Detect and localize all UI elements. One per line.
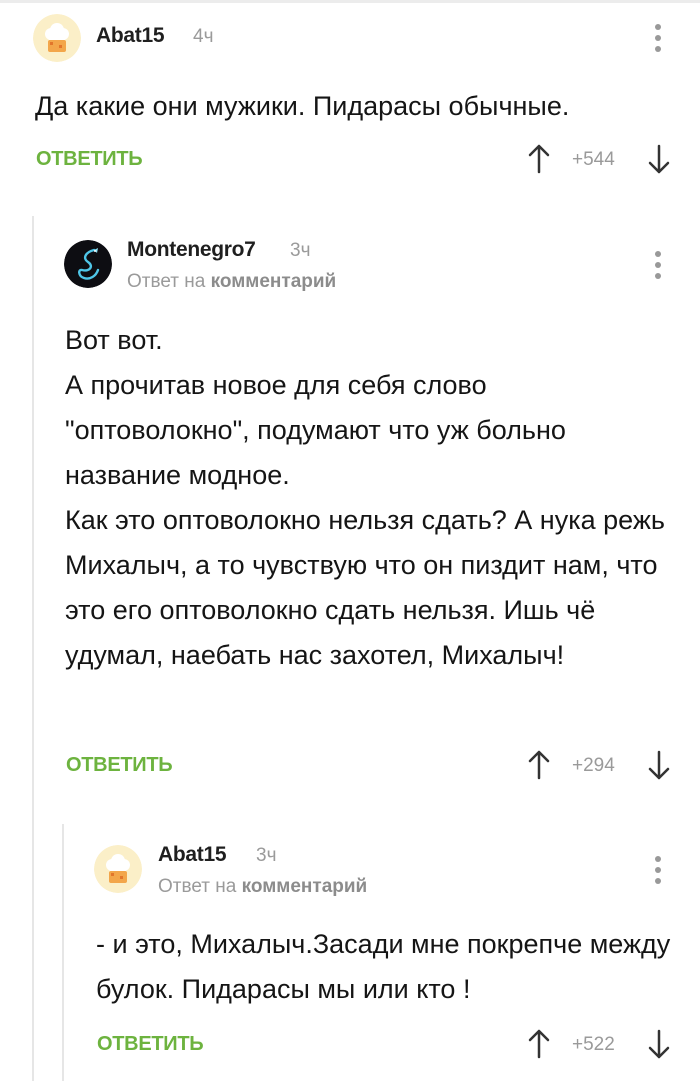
reply-to-prefix: Ответ на (158, 876, 237, 897)
comment-paragraph: - и это, Михалыч.Засади мне покрепче меж… (96, 929, 671, 1004)
downvote-arrow-icon[interactable] (648, 1029, 670, 1064)
reply-to-line: Ответ на комментарий (158, 876, 367, 898)
reply-button[interactable]: ОТВЕТИТЬ (97, 1033, 204, 1056)
chef-hat-avatar-icon[interactable] (94, 845, 142, 893)
reply-to-comment-link[interactable]: комментарий (242, 876, 368, 897)
comment: Abat15 3ч Ответ на комментарий - и это, … (0, 0, 700, 1081)
comment-body: - и это, Михалыч.Засади мне покрепче меж… (96, 922, 676, 1012)
more-options-icon[interactable] (654, 856, 662, 884)
upvote-arrow-icon[interactable] (528, 1029, 550, 1064)
comment-timestamp: 3ч (256, 845, 277, 866)
comment-author-username[interactable]: Abat15 (158, 843, 227, 867)
comment-rating: +522 (572, 1034, 615, 1055)
